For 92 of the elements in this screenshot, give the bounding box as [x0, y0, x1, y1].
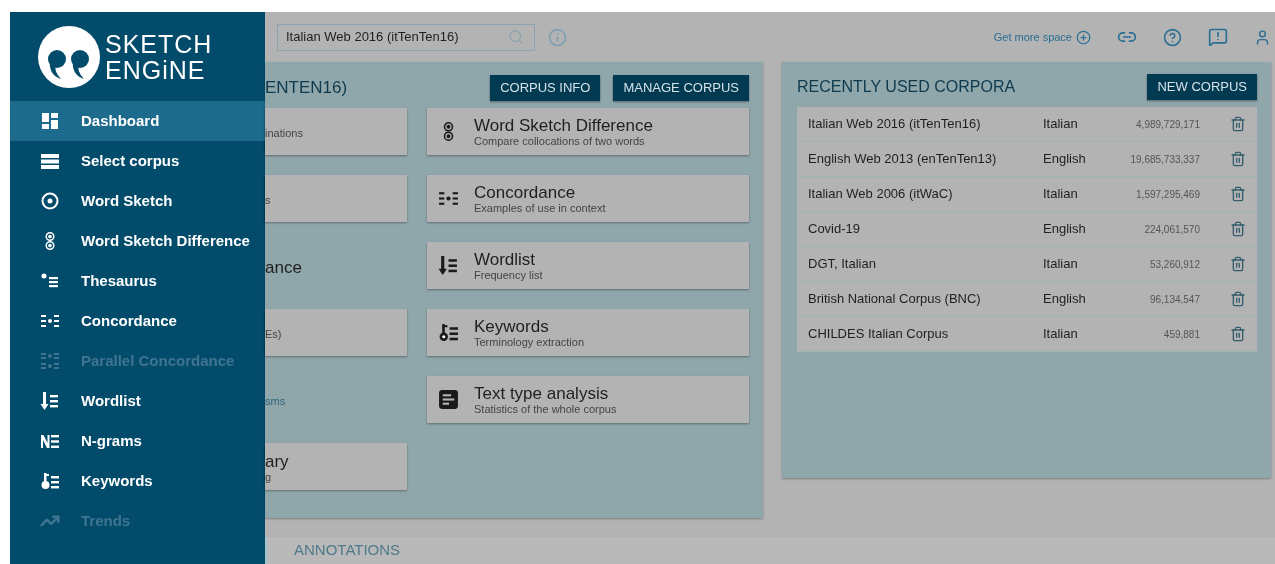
corpus-row[interactable]: CHILDES Italian Corpus Italian 459,881 — [797, 317, 1257, 352]
sidebar-item[interactable]: Word Sketch — [10, 181, 265, 221]
tool-subtitle: s — [265, 193, 272, 207]
search-field[interactable]: Italian Web 2016 (itTenTen16) — [277, 23, 535, 51]
tool-card[interactable]: Text type analysis Statistics of the whole corpus — [427, 376, 749, 423]
sidebar-item[interactable]: Select corpus — [10, 141, 265, 181]
corpus-language: Italian — [1043, 325, 1079, 344]
corpus-row[interactable]: British National Corpus (BNC) English 96,134,547 — [797, 282, 1257, 317]
corpus-language: English — [1043, 220, 1087, 239]
trash-icon[interactable] — [1230, 326, 1246, 342]
corpus-name: Covid-19 — [808, 220, 862, 239]
corpus-language: English — [1043, 290, 1087, 309]
sidebar-item[interactable]: Wordlist — [10, 381, 265, 421]
corpus-name: Italian Web 2016 (itTenTen16) — [808, 115, 982, 134]
tool-subtitle: Frequency list — [474, 268, 543, 282]
document-icon — [437, 389, 459, 410]
corpus-name: Italian Web 2006 (itWaC) — [808, 185, 954, 204]
corpus-name: CHILDES Italian Corpus — [808, 325, 950, 344]
tool-subtitle: Terminology extraction — [474, 335, 585, 349]
tool-card[interactable]: Es) — [265, 309, 407, 356]
corpus-language: Italian — [1043, 255, 1079, 274]
tool-subtitle: Statistics of the whole corpus — [474, 402, 617, 416]
plus-icon — [1076, 29, 1091, 45]
corpus-language: Italian — [1043, 185, 1079, 204]
user-icon[interactable] — [1254, 28, 1271, 46]
tool-card[interactable]: s — [265, 175, 407, 222]
tool-subtitle: g — [265, 471, 273, 484]
trash-icon[interactable] — [1230, 151, 1246, 167]
help-icon[interactable] — [1163, 27, 1182, 47]
corpus-size: 4,989,729,171 — [1135, 117, 1200, 132]
corpus-name: English Web 2013 (enTenTen13) — [808, 150, 998, 169]
tool-title: ary — [265, 452, 290, 471]
corpus-name: British National Corpus (BNC) — [808, 290, 982, 309]
key-list-icon — [437, 322, 459, 343]
corpus-row[interactable]: DGT, Italian Italian 53,260,912 — [797, 247, 1257, 282]
target-icon — [40, 191, 60, 211]
corpus-language: Italian — [1043, 115, 1079, 134]
corpus-size: 96,134,547 — [1148, 292, 1200, 307]
corpus-row[interactable]: Covid-19 English 224,061,570 — [797, 212, 1257, 247]
tool-subtitle: inations — [265, 126, 304, 140]
sidebar-item[interactable]: Concordance — [10, 301, 265, 341]
corpus-row[interactable]: Italian Web 2006 (itWaC) Italian 1,597,295,469 — [797, 177, 1257, 212]
corpus-size: 1,597,295,469 — [1135, 187, 1200, 202]
dashboard-icon — [40, 111, 60, 131]
tool-title: Wordlist — [474, 249, 537, 269]
key-list-icon — [40, 471, 60, 491]
tool-card[interactable]: Keywords Terminology extraction — [427, 309, 749, 356]
sidebar-item[interactable]: Thesaurus — [10, 261, 265, 301]
tool-subtitle: sms — [265, 394, 287, 408]
corpus-size: 19,685,733,337 — [1129, 152, 1200, 167]
tool-card[interactable]: Wordlist Frequency list — [427, 242, 749, 289]
logo-text: ENGiNE — [105, 56, 207, 83]
tool-title: Word Sketch Difference — [474, 115, 653, 135]
corpus-name: DGT, Italian — [808, 255, 877, 274]
trash-icon[interactable] — [1230, 256, 1246, 272]
trash-icon[interactable] — [1230, 116, 1246, 132]
logo-icon — [37, 24, 101, 89]
tool-subtitle: Examples of use in context — [474, 201, 606, 215]
corpus-size: 459,881 — [1162, 327, 1200, 342]
sort-down-list-icon — [437, 255, 459, 276]
trash-icon[interactable] — [1230, 221, 1246, 237]
tool-card[interactable]: Concordance Examples of use in context — [427, 175, 749, 222]
panel-button[interactable]: MANAGE CORPUS — [613, 75, 749, 101]
trash-icon[interactable] — [1230, 291, 1246, 307]
tool-subtitle: Compare collocations of two words — [474, 134, 646, 148]
panel-title: ENTEN16) — [265, 77, 348, 100]
panel-title: RECENTLY USED CORPORA — [797, 77, 1016, 97]
sidebar-item[interactable]: Keywords — [10, 461, 265, 501]
list-icon — [40, 151, 60, 171]
sidebar-item[interactable]: Dashboard — [10, 101, 265, 141]
tool-title: ance — [265, 257, 303, 277]
logo-text: SKETCH — [105, 30, 213, 57]
panel-button[interactable]: CORPUS INFO — [490, 75, 601, 101]
corpus-language: English — [1043, 150, 1087, 169]
corpus-size: 53,260,912 — [1148, 257, 1200, 272]
parallel-concordance-icon — [40, 351, 60, 371]
corpus-row[interactable]: Italian Web 2016 (itTenTen16) Italian 4,989,729,171 — [797, 107, 1257, 142]
tool-card[interactable]: Word Sketch Difference Compare collocations of two words — [427, 108, 749, 155]
sidebar-item[interactable]: Word Sketch Difference — [10, 221, 265, 261]
tool-card[interactable]: inations — [265, 108, 407, 155]
corpus-row[interactable]: English Web 2013 (enTenTen13) English 19,685,733,337 — [797, 142, 1257, 177]
trash-icon[interactable] — [1230, 186, 1246, 202]
tool-title: Concordance — [474, 182, 577, 202]
tool-title: Keywords — [474, 316, 550, 336]
sidebar-item[interactable]: N-grams — [10, 421, 265, 461]
tool-title: Text type analysis — [474, 383, 610, 403]
new-corpus-button[interactable]: NEW CORPUS — [1147, 74, 1257, 100]
tool-subtitle: Es) — [265, 327, 283, 341]
sort-down-list-icon — [40, 391, 60, 411]
tool-card[interactable]: ary g — [265, 443, 407, 490]
feedback-icon[interactable] — [1208, 27, 1228, 47]
corpus-size: 224,061,570 — [1143, 222, 1200, 237]
